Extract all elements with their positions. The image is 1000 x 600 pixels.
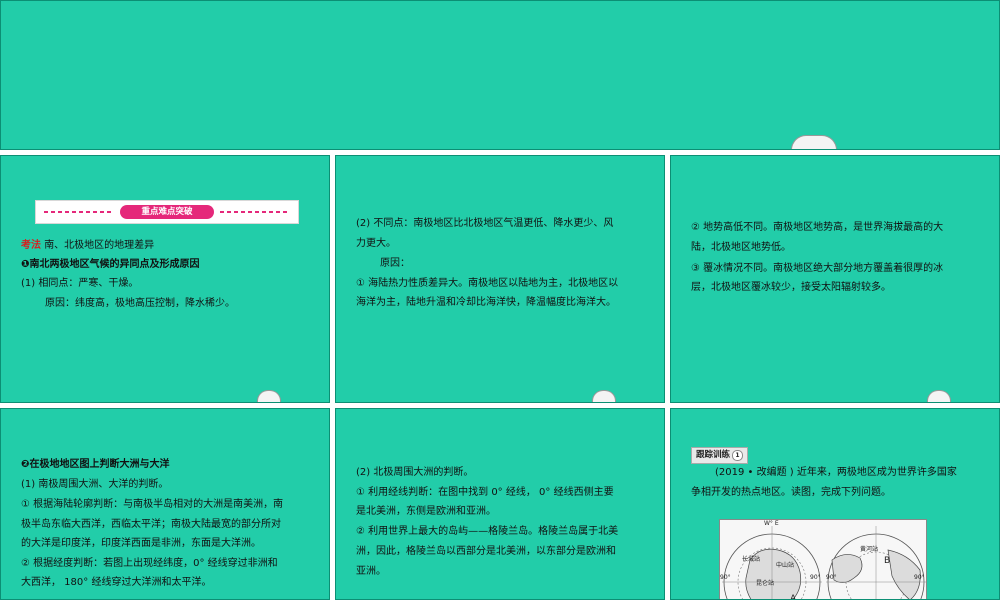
text-line: (2) 北极周围大洲的判断。: [356, 467, 474, 478]
practice-tag-number: 1: [732, 450, 744, 461]
map-station-label: 中山站: [776, 562, 795, 569]
slide-1: 重点难点突破 考法 南、北极地区的地理差异 ❶南北两极地区气候的异同点及形成原因…: [0, 155, 330, 403]
kaofa-text: 南、北极地区的地理差异: [44, 240, 155, 251]
text-line: 大西洋， 180° 经线穿过大洋洲和太平洋。: [21, 577, 212, 588]
map-label-mid-right: 90°: [826, 574, 837, 581]
text-line: 洲，因此，格陵兰岛以西部分是北美洲，以东部分是欧洲和: [356, 546, 616, 557]
point1-title: ❶南北两极地区气候的异同点及形成原因: [21, 259, 200, 270]
map-label-mid-left: 90°: [810, 574, 821, 581]
text-line: ① 利用经线判断：在图中找到 0° 经线， 0° 经线西侧主要: [356, 487, 614, 498]
text-line: 是北美洲，东侧是欧洲和亚洲。: [356, 506, 496, 517]
kaofa-label: 考法: [21, 240, 41, 251]
text-line: ③ 覆冰情况不同。南极地区绝大部分地方覆盖着很厚的冰: [691, 263, 944, 274]
slide-3: ② 地势高低不同。南极地区地势高，是世界海拔最高的大 陆，北极地区地势低。 ③ …: [670, 155, 1000, 403]
banner-dash-right: [220, 211, 290, 213]
slide-decoration: [257, 390, 281, 402]
text-line: 的大洋是印度洋，印度洋西面是非洲，东面是大洋洲。: [21, 538, 261, 549]
slide-2: (2) 不同点：南极地区比北极地区气温更低、降水更少、风 力更大。 原因： ① …: [335, 155, 665, 403]
slide-6: 跟踪训练 1 (2019 • 改编题 ) 近年来，两极地区成为世界许多国家 争相开…: [670, 408, 1000, 600]
text-line: 原因：: [380, 258, 410, 269]
practice-tag: 跟踪训练 1: [691, 447, 749, 464]
text-line: (1) 南极周围大洲、大洋的判断。: [21, 479, 169, 490]
same-label: (1) 相同点：严寒、干燥。: [21, 278, 139, 289]
slide-4: ❷在极地地区图上判断大洲与大洋 (1) 南极周围大洲、大洋的判断。 ① 根据海陆…: [0, 408, 330, 600]
slide-decoration: [592, 390, 616, 402]
map-letter-b: B: [884, 556, 891, 566]
map-station-label: 昆仑站: [756, 580, 775, 587]
text-line: 海洋为主，陆地升温和冷却比海洋快，降温幅度比海洋大。: [356, 297, 616, 308]
text-line: ① 根据海陆轮廓判断：与南极半岛相对的大洲是南美洲，南: [21, 499, 284, 510]
point2-title: ❷在极地地区图上判断大洲与大洋: [21, 459, 170, 470]
text-line: ② 地势高低不同。南极地区地势高，是世界海拔最高的大: [691, 222, 944, 233]
text-line: ② 根据经度判断：若图上出现经纬度，0° 经线穿过非洲和: [21, 558, 278, 569]
text-line: 极半岛东临大西洋，西临太平洋；南极大陆最宽的部分所对: [21, 519, 281, 530]
text-line: ② 利用世界上最大的岛屿——格陵兰岛。格陵兰岛属于北美: [356, 526, 619, 537]
section-banner: 重点难点突破: [35, 200, 299, 224]
text-line: 力更大。: [356, 238, 396, 249]
map-letter-a: A: [790, 594, 797, 600]
same-reason: 原因：纬度高，极地高压控制，降水稀少。: [45, 298, 235, 309]
slide-top: [0, 0, 1000, 150]
map-label-right-edge: 90°: [914, 574, 925, 581]
practice-tag-label: 跟踪训练: [696, 450, 731, 460]
slide-decoration: [927, 390, 951, 402]
text-line: 亚洲。: [356, 566, 386, 577]
text-line: 陆，北极地区地势低。: [691, 242, 791, 253]
map-label-top: W° E: [764, 520, 779, 527]
polar-map-figure: W° E 90° 90° 90° 90° 长城站 中山站 昆仑站 A B 黄河站: [719, 519, 927, 600]
map-region-label: 黄河站: [860, 546, 879, 553]
map-station-label: 长城站: [742, 556, 761, 563]
slide-decoration: [791, 135, 837, 149]
question-line: (2019 • 改编题 ) 近年来，两极地区成为世界许多国家: [715, 467, 957, 478]
map-label-left-edge: 90°: [720, 574, 731, 581]
banner-dash-left: [44, 211, 114, 213]
text-line: 层，北极地区覆冰较少，接受太阳辐射较多。: [691, 282, 891, 293]
kaofa-line: 考法 南、北极地区的地理差异: [21, 236, 154, 255]
banner-title: 重点难点突破: [120, 205, 214, 219]
text-line: (2) 不同点：南极地区比北极地区气温更低、降水更少、风: [356, 218, 614, 229]
slide-5: (2) 北极周围大洲的判断。 ① 利用经线判断：在图中找到 0° 经线， 0° …: [335, 408, 665, 600]
question-line: 争相开发的热点地区。读图，完成下列问题。: [691, 487, 891, 498]
text-line: ① 海陆热力性质差异大。南极地区以陆地为主，北极地区以: [356, 278, 619, 289]
